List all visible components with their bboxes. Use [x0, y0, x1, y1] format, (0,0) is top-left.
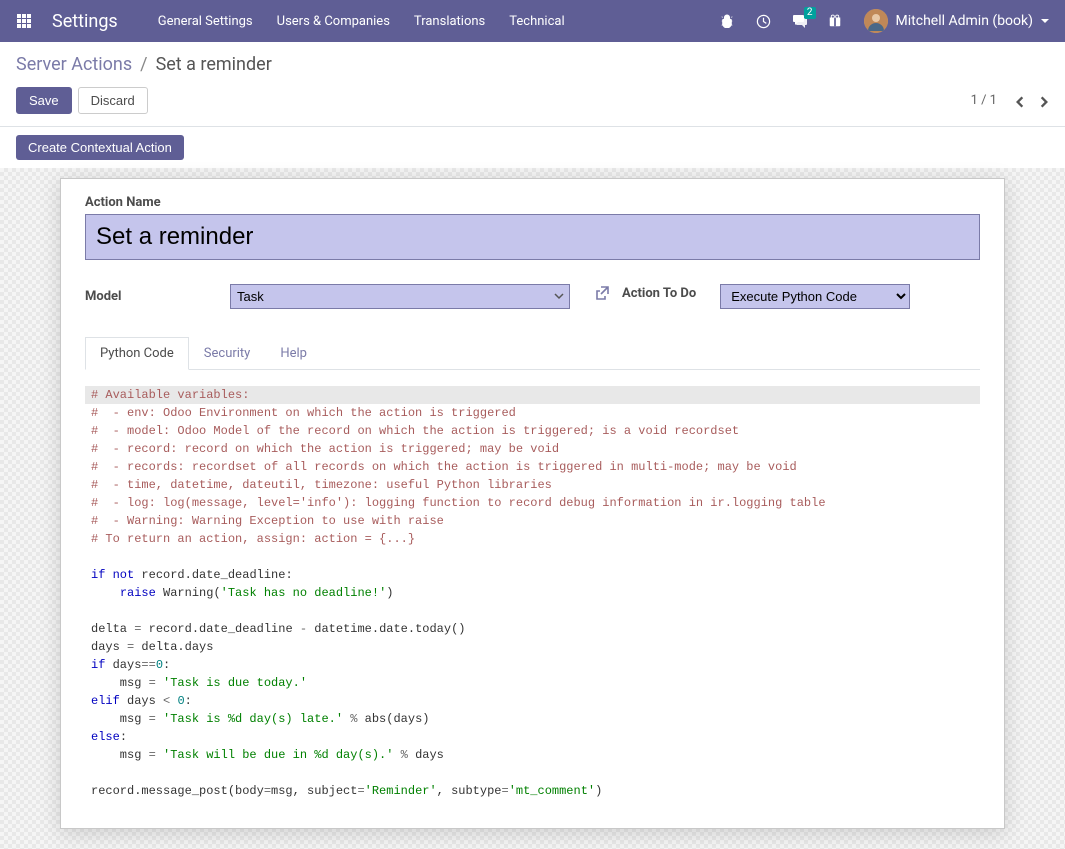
save-button[interactable]: Save — [16, 87, 72, 114]
breadcrumb-sep: / — [140, 54, 147, 75]
action-todo-select[interactable]: Execute Python Code — [720, 284, 910, 309]
pager-next-icon[interactable] — [1037, 95, 1049, 107]
avatar — [864, 9, 888, 33]
breadcrumb: Server Actions / Set a reminder — [0, 42, 1065, 83]
caret-down-icon — [1041, 19, 1049, 23]
chat-badge: 2 — [804, 7, 816, 19]
action-bar: Save Discard 1 / 1 — [0, 83, 1065, 127]
model-input[interactable] — [230, 284, 570, 309]
form-area: Action Name Model Action To Do Ex — [0, 168, 1065, 849]
app-title[interactable]: Settings — [52, 11, 118, 32]
action-todo-label: Action To Do — [622, 286, 696, 301]
breadcrumb-current: Set a reminder — [156, 54, 272, 75]
nav-menu-technical[interactable]: Technical — [509, 14, 564, 29]
nav-menu-general[interactable]: General Settings — [158, 14, 253, 29]
nav-menu-translations[interactable]: Translations — [414, 14, 485, 29]
user-name: Mitchell Admin (book) — [896, 13, 1033, 29]
tab-python-code[interactable]: Python Code — [85, 337, 189, 370]
nav-menu: General Settings Users & Companies Trans… — [158, 14, 720, 29]
sub-action-bar: Create Contextual Action — [0, 127, 1065, 168]
top-nav: Settings General Settings Users & Compan… — [0, 0, 1065, 42]
user-menu[interactable]: Mitchell Admin (book) — [864, 9, 1049, 33]
apps-icon[interactable] — [16, 13, 32, 29]
pager: 1 / 1 — [971, 93, 1049, 108]
external-link-icon[interactable] — [594, 284, 612, 302]
clock-icon[interactable] — [756, 13, 772, 29]
chat-icon[interactable]: 2 — [792, 13, 808, 29]
tabs: Python Code Security Help # Available va… — [85, 337, 980, 804]
form-sheet: Action Name Model Action To Do Ex — [60, 178, 1005, 829]
tab-help[interactable]: Help — [265, 337, 322, 370]
breadcrumb-parent[interactable]: Server Actions — [16, 54, 132, 75]
action-name-label: Action Name — [85, 195, 980, 210]
nav-right: 2 Mitchell Admin (book) — [720, 9, 1049, 33]
discard-button[interactable]: Discard — [78, 87, 148, 114]
model-label: Model — [85, 289, 230, 304]
tab-security[interactable]: Security — [189, 337, 266, 370]
gift-icon[interactable] — [828, 13, 844, 29]
action-name-input[interactable] — [85, 214, 980, 260]
bug-icon[interactable] — [720, 13, 736, 29]
code-editor[interactable]: # Available variables: # - env: Odoo Env… — [85, 382, 980, 804]
nav-menu-users[interactable]: Users & Companies — [277, 14, 390, 29]
pager-prev-icon[interactable] — [1013, 95, 1025, 107]
create-contextual-button[interactable]: Create Contextual Action — [16, 135, 184, 160]
pager-text: 1 / 1 — [971, 93, 997, 108]
